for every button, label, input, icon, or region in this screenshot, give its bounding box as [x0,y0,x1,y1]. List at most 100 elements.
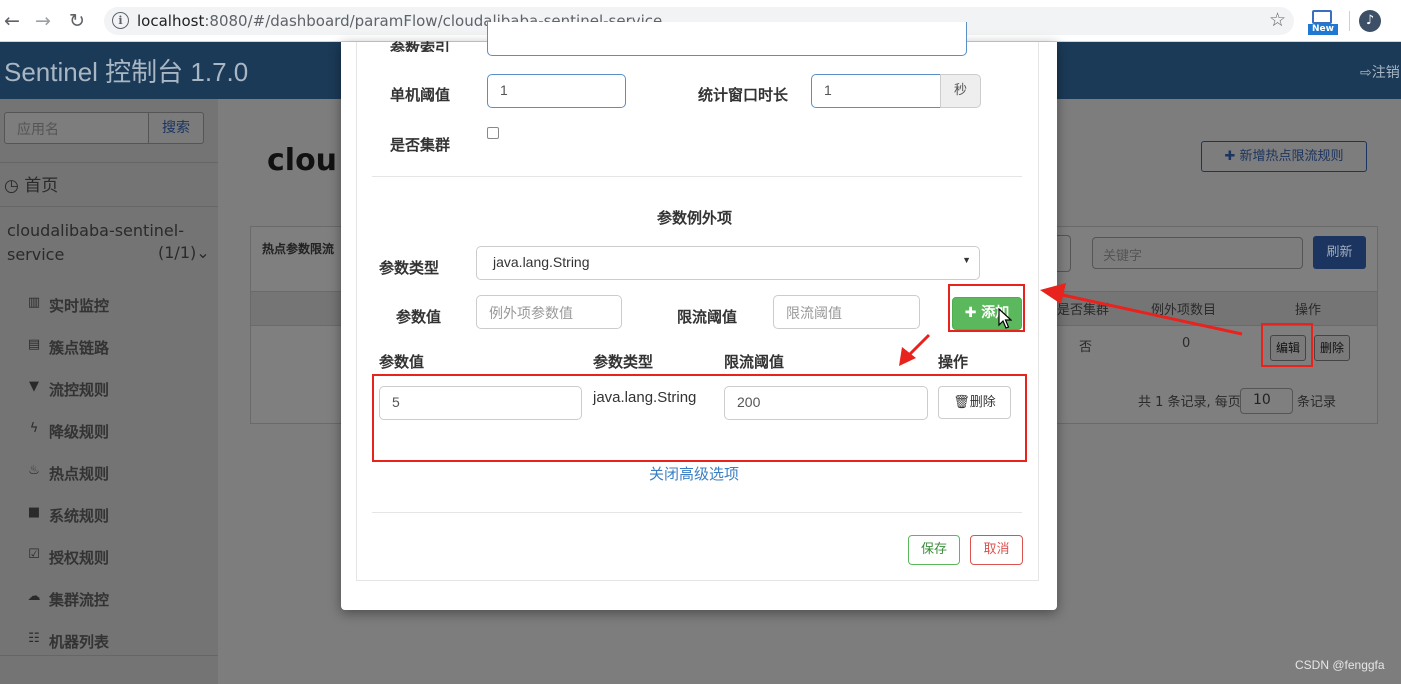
refresh-button[interactable]: 刷新 [1313,236,1366,269]
param-type-selected: java.lang.String [493,254,590,270]
column-header-operation: 操作 [938,353,969,371]
pager-summary: 共 1 条记录, 每页 [1138,395,1241,410]
bookmark-star-icon[interactable]: ☆ [1269,9,1286,31]
sidebar-item-degrade-rules[interactable]: ϟ 降级规则 [0,413,218,449]
sidebar-divider [0,655,218,656]
window-unit-addon: 秒 [940,74,981,108]
column-header-param-type: 参数类型 [593,353,654,371]
cell-cluster: 否 [1079,340,1093,355]
cell-exception-count: 0 [1182,336,1191,351]
column-header-cluster: 是否集群 [1057,303,1110,318]
cancel-button[interactable]: 取消 [970,535,1023,565]
extension-new-icon[interactable]: New [1308,10,1338,36]
keyword-search-input[interactable]: 关键字 [1092,237,1303,269]
delete-rule-button[interactable]: 删除 [1314,335,1350,361]
page-title: clou [267,143,338,178]
sidebar-item-label: 流控规则 [49,381,110,399]
lock-icon: ■ [27,505,41,520]
sidebar-item-flow-rules[interactable]: ▼ 流控规则 [0,371,218,407]
annotation-box-add [948,284,1025,332]
check-square-icon: ☑ [28,547,40,562]
sidebar-divider [0,206,218,207]
list-icon: ▤ [27,337,41,352]
sidebar-home-label: 首页 [24,176,59,196]
th-list-icon: ☷ [28,631,40,646]
profile-avatar-icon[interactable]: ♪ [1359,10,1381,32]
fire-icon: ♨ [28,463,40,478]
column-header-limit: 限流阈值 [724,353,785,371]
add-hotspot-rule-label: 新增热点限流规则 [1239,149,1344,164]
cluster-label: 是否集群 [390,136,451,154]
caret-down-icon: ▼ [962,255,971,265]
sidebar-item-machine-list[interactable]: ☷ 机器列表 [0,623,218,659]
sidebar-item-label: 簇点链路 [49,339,110,357]
brand-title[interactable]: Sentinel 控制台 1.7.0 [4,52,248,89]
column-header-exception-count: 例外项数目 [1151,303,1217,318]
column-header-param-value: 参数值 [379,353,425,371]
ip-select-edge[interactable] [1055,235,1071,272]
param-value-label: 参数值 [396,308,442,326]
sidebar-home[interactable]: ◷ 首页 [4,171,58,196]
logout-label: 注销 [1371,65,1400,81]
add-hotspot-rule-button[interactable]: ✚ 新增热点限流规则 [1201,141,1367,172]
param-index-input[interactable] [487,22,967,56]
chevron-down-icon: ⌄ [196,243,210,262]
sidebar-divider [0,162,218,163]
divider [372,176,1022,177]
sidebar-item-system-rules[interactable]: ■ 系统规则 [0,497,218,533]
single-threshold-label: 单机阈值 [390,86,451,104]
sidebar-item-cluster-link[interactable]: ▤ 簇点链路 [0,329,218,365]
sidebar-item-auth-rules[interactable]: ☑ 授权规则 [0,539,218,575]
exception-section-title: 参数例外项 [657,209,733,227]
limit-threshold-label: 限流阈值 [677,308,738,326]
sidebar-item-label: 集群流控 [49,591,110,609]
info-icon[interactable]: i [112,12,129,29]
limit-threshold-input[interactable]: 限流阈值 [773,295,920,329]
logout-icon: ⇨ [1360,65,1372,81]
app-count-text: (1/1) [158,243,197,262]
single-threshold-input[interactable]: 1 [487,74,626,108]
back-icon[interactable]: ← [0,9,24,33]
filter-icon: ▼ [29,379,39,394]
column-header-actions: 操作 [1295,303,1322,318]
sidebar-item-realtime-monitor[interactable]: ▥ 实时监控 [0,287,218,323]
sidebar-app-count: (1/1)⌄ [158,243,210,262]
param-index-label: 参数索引 [390,40,451,52]
save-button[interactable]: 保存 [908,535,960,565]
cloud-icon: ☁ [27,589,41,604]
close-advanced-options-link[interactable]: 关闭高级选项 [649,463,739,484]
sidebar-item-label: 降级规则 [49,423,110,441]
reload-icon[interactable]: ↻ [65,9,89,33]
plus-icon: ✚ [1224,149,1240,164]
window-duration-input[interactable]: 1 [811,74,941,108]
url-host: localhost [137,12,205,30]
sidebar-item-label: 授权规则 [49,549,110,567]
forward-icon[interactable]: → [31,9,55,33]
extension-box [1312,10,1332,24]
param-type-label: 参数类型 [379,259,440,277]
app-search-input[interactable]: 应用名 [4,112,149,144]
annotation-box-exception-row [372,374,1027,462]
toolbar-divider [1349,11,1350,31]
dashboard-icon: ◷ [4,176,19,196]
sidebar-item-label: 实时监控 [49,297,110,315]
bar-chart-icon: ▥ [27,295,41,310]
annotation-box-edit [1261,323,1313,367]
sidebar-item-label: 热点规则 [49,465,110,483]
param-type-select[interactable]: java.lang.String ▼ [476,246,980,280]
pager-suffix: 条记录 [1297,395,1337,410]
page-size-input[interactable]: 10 [1240,388,1293,414]
extension-badge: New [1308,24,1338,35]
divider [372,512,1022,513]
flash-icon: ϟ [29,421,39,436]
param-value-input[interactable]: 例外项参数值 [476,295,622,329]
watermark: CSDN @fenggfa [1295,658,1385,672]
window-duration-label: 统计窗口时长 [698,86,789,104]
sidebar-item-label: 机器列表 [49,633,110,651]
sidebar-item-hotspot-rules[interactable]: ♨ 热点规则 [0,455,218,491]
sidebar-item-cluster-flow[interactable]: ☁ 集群流控 [0,581,218,617]
cluster-checkbox[interactable] [487,127,499,139]
logout-link[interactable]: ⇨注销 [1360,62,1400,82]
app-search-button[interactable]: 搜索 [148,112,204,144]
sidebar-item-label: 系统规则 [49,507,110,525]
